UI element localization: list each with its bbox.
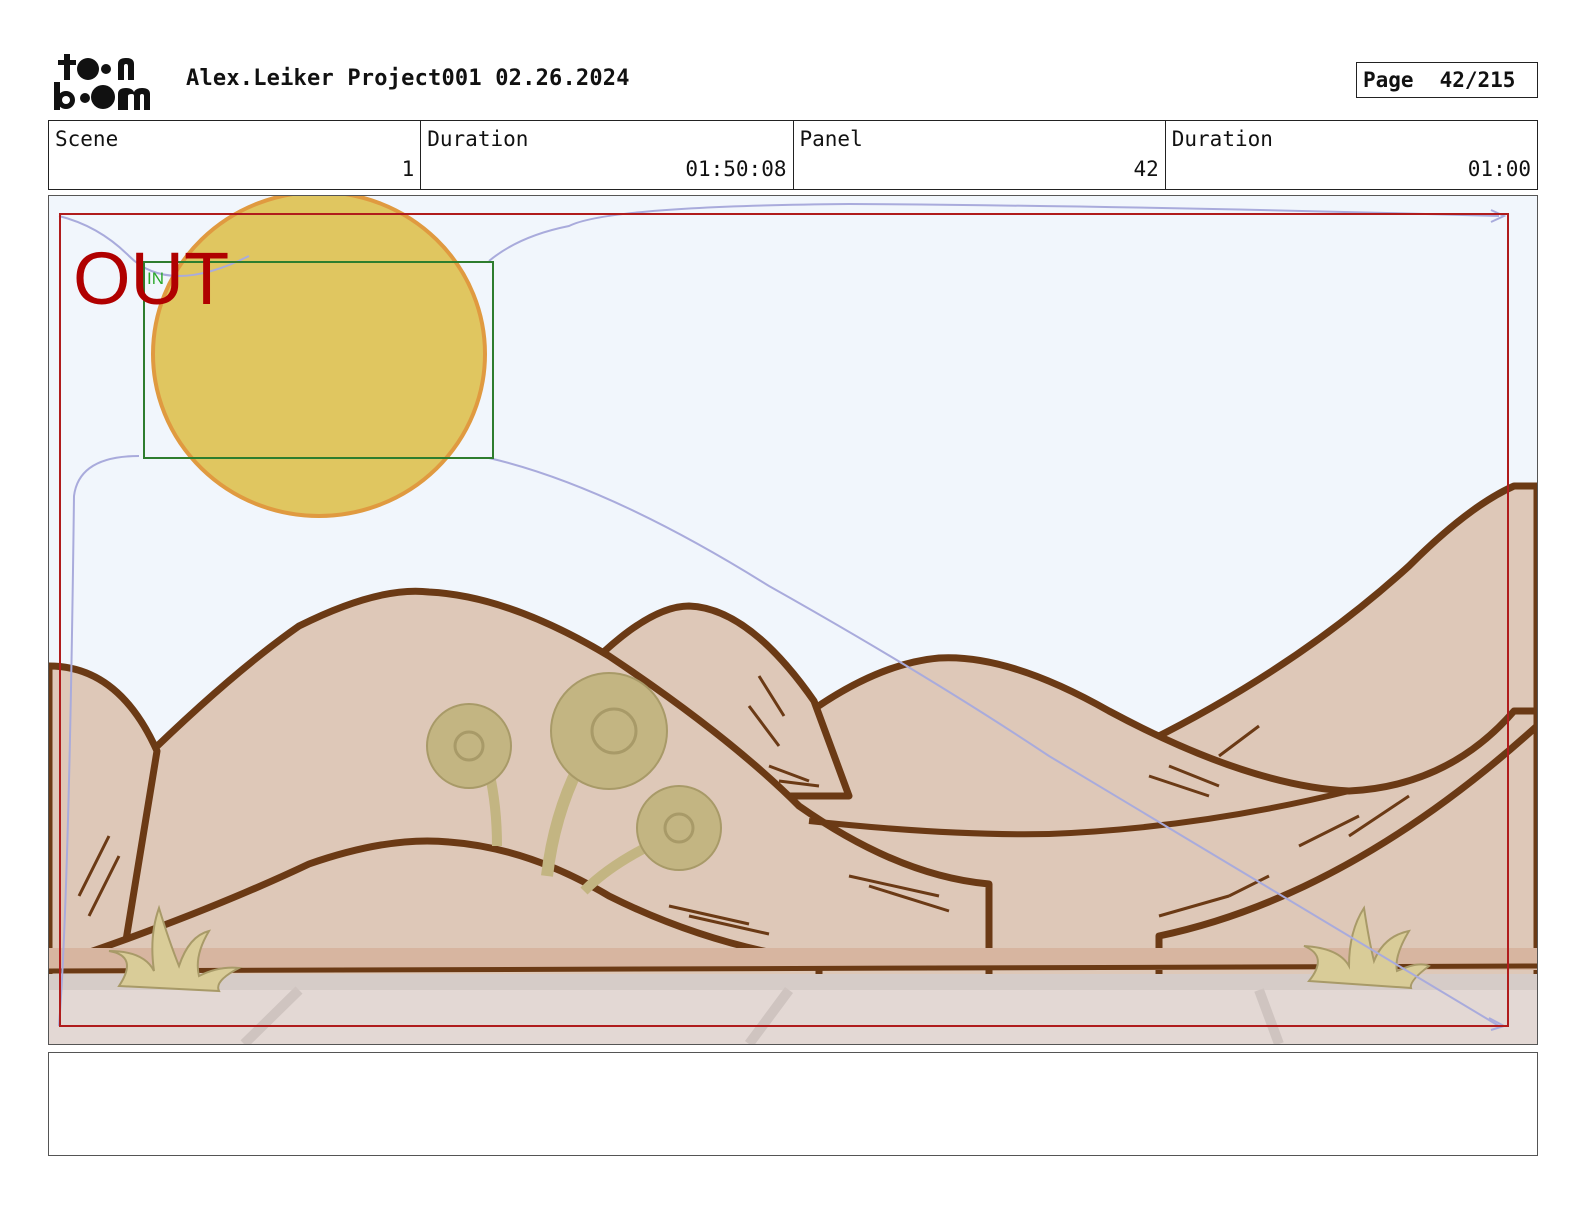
page-number: 42/215 (1439, 68, 1516, 92)
tree-top-right (636, 785, 722, 871)
panel-duration-value: 01:00 (1467, 157, 1531, 181)
panel-notes[interactable] (48, 1052, 1538, 1156)
logo-mark (54, 54, 150, 110)
storyboard-panel: IN OUT (48, 195, 1538, 1045)
panel-duration-cell: Duration 01:00 (1166, 121, 1537, 189)
scene-duration-label: Duration (427, 127, 529, 151)
project-title: Alex.Leiker Project001 02.26.2024 (186, 66, 630, 91)
scene-label: Scene (55, 127, 119, 151)
tree-top-left (426, 703, 512, 789)
panel-cell: Panel 42 (794, 121, 1166, 189)
panel-label: Panel (799, 127, 863, 151)
scene-duration-value: 01:50:08 (685, 157, 787, 181)
out-label: OUT (73, 237, 229, 320)
scene-duration-cell: Duration 01:50:08 (421, 121, 794, 189)
page-label: Page (1363, 68, 1414, 92)
toonboom-logo (52, 52, 164, 112)
page-indicator: Page 42/215 (1356, 62, 1538, 98)
scene-value: 1 (401, 157, 415, 181)
notes-text (49, 1053, 1537, 1069)
panel-info-table: Scene 1 Duration 01:50:08 Panel 42 Durat… (48, 120, 1538, 190)
tree-top-center (550, 672, 668, 790)
panel-drawing: IN OUT (49, 196, 1537, 1044)
panel-duration-label: Duration (1171, 127, 1273, 151)
scene-cell: Scene 1 (49, 121, 422, 189)
panel-value: 42 (1133, 157, 1159, 181)
